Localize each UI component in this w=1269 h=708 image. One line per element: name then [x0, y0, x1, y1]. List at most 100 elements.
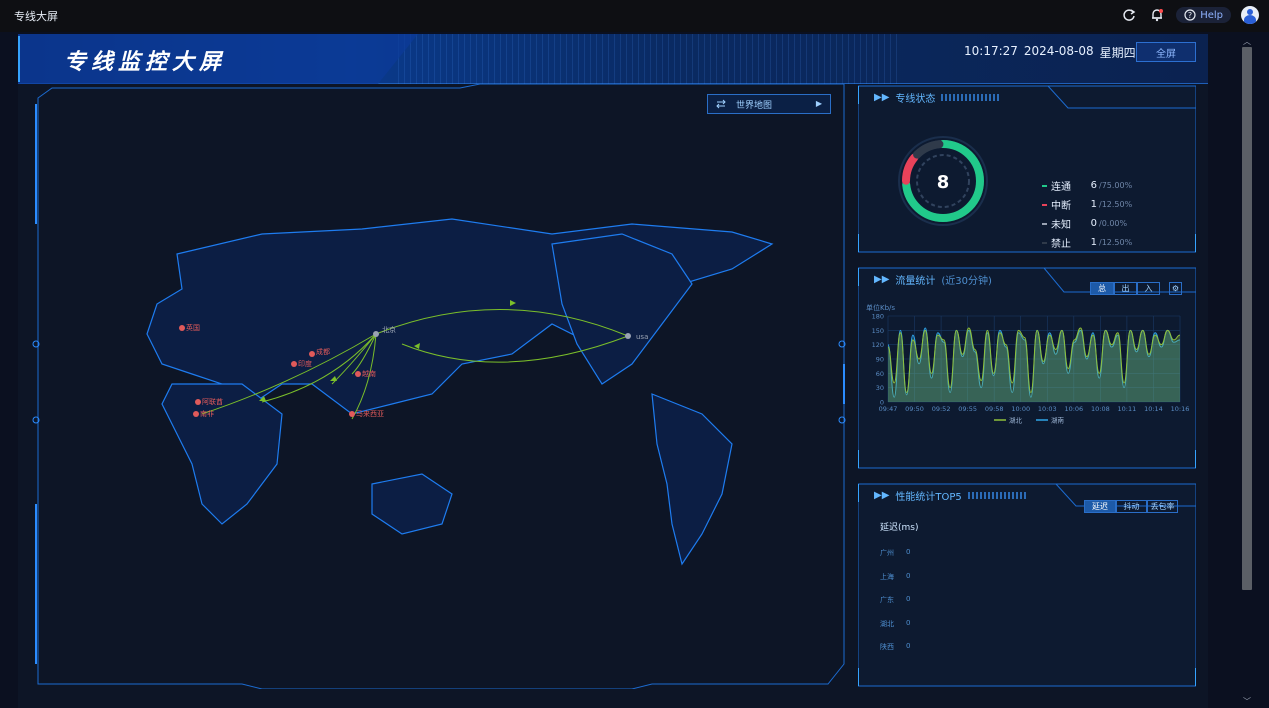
map-point-usa[interactable]: usa	[636, 333, 648, 341]
map-point-chengdu[interactable]: 成都	[316, 347, 330, 356]
legend-percent: /75.00%	[1099, 181, 1133, 190]
refresh-icon[interactable]	[1120, 6, 1138, 24]
dashboard-stage: 专线监控大屏 10:17:27 2024-08-08 星期四 全屏 usa 北京…	[18, 34, 1208, 708]
scroll-down-icon[interactable]: ﹀	[1242, 696, 1252, 707]
x-tick-label: 10:06	[1064, 405, 1083, 413]
legend-swatch	[1042, 222, 1047, 225]
status-legend-item[interactable]: 中断 1/12.50%	[1042, 197, 1132, 212]
app-topbar: 专线大屏 ? Help	[0, 0, 1269, 32]
x-tick-label: 10:16	[1171, 405, 1190, 413]
play-arrows-icon: ▶▶	[874, 92, 890, 103]
tab-packet-loss[interactable]: 丢包率	[1147, 500, 1178, 513]
header-decor	[398, 34, 898, 84]
legend-count: 6	[1090, 180, 1097, 191]
y-tick-label: 120	[872, 341, 884, 349]
traffic-panel-title: 流量统计	[895, 276, 936, 287]
clock-weekday: 星期四	[1099, 46, 1136, 60]
perf-row-name: 湖北	[880, 619, 894, 628]
tab-total[interactable]: 总	[1090, 282, 1114, 295]
legend-label: 未知	[1051, 220, 1071, 231]
traffic-tabs: 总 出 入	[1090, 282, 1160, 295]
map-point-south-africa[interactable]: 南非	[200, 409, 214, 418]
perf-row-value: 0	[906, 595, 911, 603]
legend-percent: /12.50%	[1099, 238, 1133, 247]
x-tick-label: 09:58	[985, 405, 1004, 413]
x-tick-label: 10:11	[1118, 405, 1137, 413]
question-icon: ?	[1184, 9, 1196, 21]
scrollbar[interactable]	[1242, 47, 1252, 590]
perf-row: 广东 0	[880, 595, 910, 605]
avatar[interactable]	[1241, 6, 1259, 24]
map-point-uae[interactable]: 阿联酋	[202, 397, 223, 406]
scroll-up-icon[interactable]: ︿	[1242, 36, 1252, 47]
dashboard-header: 专线监控大屏 10:17:27 2024-08-08 星期四 全屏	[18, 34, 1208, 84]
y-tick-label: 30	[876, 384, 884, 392]
perf-row-value: 0	[906, 548, 911, 556]
map-point-malaysia[interactable]: 马来西亚	[356, 410, 384, 418]
x-tick-label: 09:55	[958, 405, 977, 413]
help-label: Help	[1200, 9, 1223, 21]
perf-row-name: 陕西	[880, 643, 894, 651]
legend-label: 湖南	[1051, 416, 1065, 425]
clock: 10:17:27 2024-08-08 星期四	[964, 44, 1136, 61]
map-frame: usa 北京 成都 印度 越南 马来西亚 英国 阿联酋 南非	[32, 84, 846, 689]
y-tick-label: 60	[876, 370, 884, 378]
title-decor	[941, 94, 1002, 101]
perf-row-value: 0	[906, 642, 911, 650]
perf-row-name: 广州	[880, 549, 894, 557]
map-selector-label: 世界地图	[736, 100, 773, 111]
map-point-uk[interactable]: 英国	[186, 323, 200, 332]
perf-panel-header: ▶▶ 性能统计TOP5	[874, 488, 1028, 503]
topbar-actions: ? Help	[1120, 6, 1259, 24]
gear-icon[interactable]: ⚙	[1169, 282, 1182, 295]
status-legend-item[interactable]: 连通 6/75.00%	[1042, 178, 1132, 193]
y-axis-unit: 单位Kb/s	[866, 303, 895, 312]
legend-label: 连通	[1051, 182, 1071, 193]
legend-swatch	[1042, 184, 1047, 187]
perf-tabs: 延迟 抖动 丢包率	[1084, 500, 1178, 513]
tab-latency[interactable]: 延迟	[1084, 500, 1116, 513]
perf-metric-label: 延迟(ms)	[880, 523, 919, 533]
x-tick-label: 09:52	[932, 405, 951, 413]
page-title: 专线监控大屏	[64, 50, 227, 75]
status-total: 8	[937, 172, 950, 193]
x-tick-label: 09:50	[905, 405, 924, 413]
y-tick-label: 150	[872, 327, 884, 335]
map-switch-icon	[716, 99, 726, 109]
perf-row-value: 0	[906, 618, 911, 627]
tab-out[interactable]: 出	[1114, 282, 1137, 295]
x-tick-label: 10:00	[1011, 405, 1030, 413]
legend-swatch	[1042, 241, 1047, 244]
map-point-vietnam[interactable]: 越南	[362, 369, 376, 378]
tab-jitter[interactable]: 抖动	[1116, 500, 1147, 513]
perf-row-value: 0	[906, 571, 911, 580]
legend-label: 湖北	[1009, 416, 1023, 425]
traffic-chart: 单位Kb/s030609012015018009:47 09:50 09:52 09:…	[866, 303, 1190, 425]
legend-count: 1	[1090, 237, 1097, 248]
traffic-panel-header: ▶▶ 流量统计 (近30分钟)	[874, 272, 992, 287]
map-selector[interactable]: 世界地图 ▶	[707, 94, 831, 114]
tab-in[interactable]: 入	[1137, 282, 1160, 295]
fullscreen-button[interactable]: 全屏	[1136, 42, 1196, 62]
legend-count: 0	[1090, 218, 1097, 229]
clock-date: 2024-08-08	[1023, 44, 1094, 58]
legend-label: 中断	[1051, 201, 1071, 212]
x-tick-label: 09:47	[879, 405, 898, 413]
status-panel-header: ▶▶ 专线状态	[874, 90, 1002, 105]
x-tick-label: 10:14	[1144, 405, 1163, 413]
perf-panel: ▶▶ 性能统计TOP5 延迟 抖动 丢包率 延迟(ms)	[858, 482, 1196, 688]
map-point-beijing[interactable]: 北京	[382, 325, 396, 334]
svg-text:?: ?	[1188, 11, 1192, 20]
map-point-india[interactable]: 印度	[298, 359, 312, 368]
x-tick-label: 10:08	[1091, 405, 1110, 413]
traffic-panel-subtitle: (近30分钟)	[941, 276, 992, 287]
perf-row: 陕西 0	[880, 642, 910, 652]
play-arrows-icon: ▶▶	[874, 274, 890, 285]
status-legend-item[interactable]: 禁止 1/12.50%	[1042, 235, 1132, 250]
status-legend-item[interactable]: 未知 0/0.00%	[1042, 216, 1127, 231]
perf-row-name: 上海	[880, 572, 894, 581]
help-button[interactable]: ? Help	[1176, 7, 1231, 23]
legend-percent: /12.50%	[1099, 200, 1133, 209]
status-donut: 8	[898, 136, 988, 226]
bell-icon[interactable]	[1148, 6, 1166, 24]
